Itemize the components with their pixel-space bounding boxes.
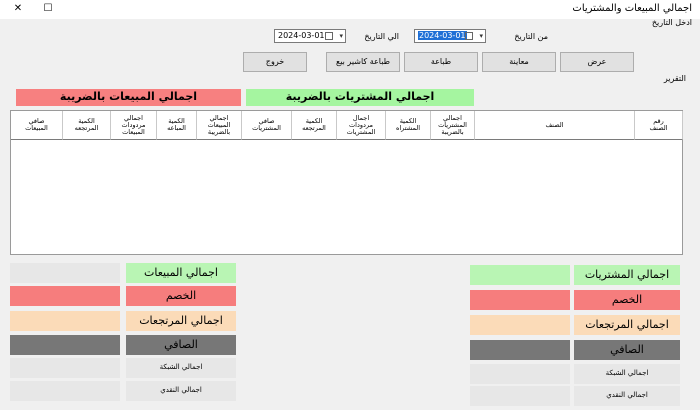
view-button[interactable]: عرض [560, 52, 634, 72]
purchases-returns-value [470, 315, 570, 335]
maximize-icon[interactable]: ☐ [38, 1, 58, 17]
sales-discount-label: الخصم [126, 286, 236, 306]
sales-returns-label: اجمالي المرتجعات [126, 311, 236, 331]
column-header[interactable]: الصنف [475, 111, 635, 140]
purchases-total-value [470, 265, 570, 285]
purchases-total-label: اجمالي المشتريات [574, 265, 680, 285]
preview-button[interactable]: معاينة [482, 52, 556, 72]
column-header[interactable]: الكمية المرتجعه [63, 111, 111, 140]
sales-discount-value [10, 286, 120, 306]
sales-net-value [10, 335, 120, 355]
close-icon[interactable]: ✕ [8, 1, 28, 17]
purchases-net-label: الصافي [574, 340, 680, 360]
column-header[interactable]: الكمية المباعه [157, 111, 197, 140]
column-header[interactable]: اجمالي مردودات المبيعات [111, 111, 157, 140]
column-header[interactable]: الكمية المشتراه [386, 111, 431, 140]
from-date-picker[interactable]: 2024-03-01 ▾ [414, 29, 486, 43]
purchases-network-value [470, 364, 570, 384]
window-title: اجمالي المبيعات والمشتريات [572, 3, 692, 14]
chevron-down-icon[interactable]: ▾ [479, 30, 483, 42]
sales-cash-value [10, 381, 120, 401]
column-header[interactable]: اجمالي المبيعات بالضريبة [197, 111, 242, 140]
sales-tax-total-bar: اجمالي المبيعات بالضريبة [16, 89, 241, 106]
purchases-network-label: اجمالي الشبكة [574, 364, 680, 384]
purchases-returns-label: اجمالي المرتجعات [574, 315, 680, 335]
calendar-icon [465, 32, 473, 40]
column-header[interactable]: صافي المشتريات [242, 111, 292, 140]
from-date-value: 2024-03-01 [418, 31, 467, 40]
report-label: التقرير [663, 74, 686, 83]
column-header[interactable]: اجمالي المشتريات بالضريبة [431, 111, 475, 140]
purchases-net-value [470, 340, 570, 360]
title-bar: اجمالي المبيعات والمشتريات ✕ ☐ [0, 0, 700, 19]
to-date-picker[interactable]: 2024-03-01 ▾ [274, 29, 346, 43]
sales-network-value [10, 358, 120, 378]
to-date-label: الي التاريخ [364, 32, 399, 41]
report-grid[interactable]: رقم الصنف الصنف اجمالي المشتريات بالضريب… [10, 110, 683, 255]
sales-cash-label: اجمالي النقدي [126, 381, 236, 401]
sales-total-label: اجمالي المبيعات [126, 263, 236, 283]
purchases-discount-value [470, 290, 570, 310]
from-date-label: من التاريخ [514, 32, 548, 41]
sales-returns-value [10, 311, 120, 331]
sales-total-value [10, 263, 120, 283]
column-header[interactable]: صافي المبيعات [11, 111, 63, 140]
column-header[interactable]: رقم الصنف [635, 111, 683, 140]
to-date-value: 2024-03-01 [278, 31, 325, 40]
date-section-label: ادخل التاريخ [651, 18, 692, 27]
sales-net-label: الصافي [126, 335, 236, 355]
calendar-icon [325, 32, 333, 40]
print-cashier-button[interactable]: طباعة كاشير بيع [326, 52, 400, 72]
print-button[interactable]: طباعة [404, 52, 478, 72]
purchases-tax-total-bar: اجمالي المشتريات بالضريبة [246, 89, 474, 106]
exit-button[interactable]: خروج [243, 52, 307, 72]
purchases-cash-value [470, 386, 570, 406]
purchases-discount-label: الخصم [574, 290, 680, 310]
column-header[interactable]: اجمال مردودات المشتريات [337, 111, 386, 140]
purchases-cash-label: اجمالي النقدي [574, 386, 680, 406]
sales-network-label: اجمالي الشبكة [126, 358, 236, 378]
chevron-down-icon[interactable]: ▾ [339, 30, 343, 42]
column-header[interactable]: الكمية المرتجعه [292, 111, 337, 140]
